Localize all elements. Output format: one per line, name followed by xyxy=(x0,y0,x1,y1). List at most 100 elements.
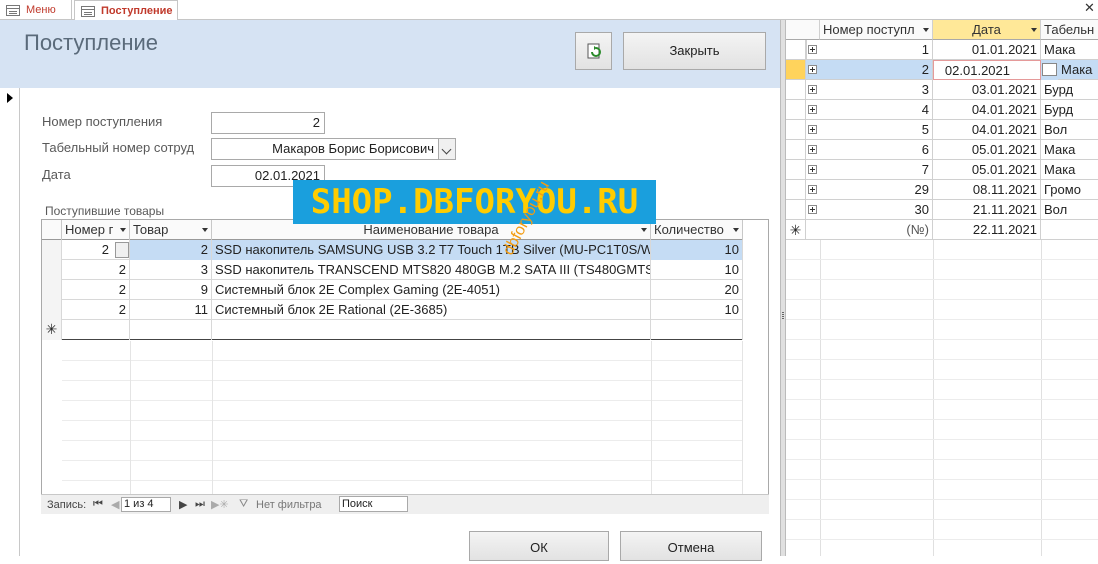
cell-tabnum[interactable] xyxy=(1041,220,1098,240)
chevron-down-icon[interactable] xyxy=(438,138,456,160)
col-header-qty[interactable]: Количество xyxy=(651,220,743,240)
cell-date[interactable]: 04.01.2021 xyxy=(933,120,1041,140)
cell-num[interactable]: 2 xyxy=(62,260,130,280)
cell-tabnum[interactable]: Бурд xyxy=(1041,80,1098,100)
row-selector[interactable] xyxy=(786,200,806,220)
cell-qty[interactable]: 20 xyxy=(651,280,743,300)
row-selector[interactable] xyxy=(42,300,62,320)
table-row[interactable]: 1 01.01.2021 Мака xyxy=(786,40,1098,60)
cell-name[interactable]: Системный блок 2E Complex Gaming (2E-405… xyxy=(212,280,651,300)
cell-tabnum[interactable]: Громо xyxy=(1041,180,1098,200)
ok-button[interactable]: ОК xyxy=(469,531,609,561)
ds-col-header-tabnum[interactable]: Табельн xyxy=(1041,20,1098,40)
table-row[interactable]: 2 02.01.2021 Мака xyxy=(786,60,1098,80)
row-selector[interactable] xyxy=(786,80,806,100)
table-row[interactable]: 30 21.11.2021 Вол xyxy=(786,200,1098,220)
cell-num[interactable]: 2 xyxy=(62,300,130,320)
cell-item[interactable]: 3 xyxy=(130,260,212,280)
tab-menu[interactable]: Меню xyxy=(0,0,72,20)
cell-date[interactable]: 01.01.2021 xyxy=(933,40,1041,60)
table-row[interactable]: 2 9 Системный блок 2E Complex Gaming (2E… xyxy=(42,280,743,300)
cell-date[interactable]: 08.11.2021 xyxy=(933,180,1041,200)
calendar-icon[interactable] xyxy=(1042,63,1057,76)
cell-qty[interactable] xyxy=(651,320,743,340)
cell-date[interactable]: 04.01.2021 xyxy=(933,100,1041,120)
tab-postuplenie[interactable]: Поступление xyxy=(74,0,178,21)
table-row[interactable]: 2 3 SSD накопитель TRANSCEND MTS820 480G… xyxy=(42,260,743,280)
table-row[interactable]: 6 05.01.2021 Мака xyxy=(786,140,1098,160)
filter-status[interactable]: Нет фильтра xyxy=(256,499,322,511)
table-row[interactable]: 2 11 Системный блок 2E Rational (2E-3685… xyxy=(42,300,743,320)
cell-number[interactable]: (№) xyxy=(806,220,933,240)
employee-combobox[interactable]: Макаров Борис Борисович xyxy=(211,138,439,160)
search-input[interactable]: Поиск xyxy=(339,496,408,512)
cell-date-editing[interactable]: 02.01.2021 xyxy=(933,60,1041,80)
row-selector[interactable] xyxy=(42,240,62,260)
cell-date[interactable]: 05.01.2021 xyxy=(933,160,1041,180)
cell-date[interactable]: 03.01.2021 xyxy=(933,80,1041,100)
cell-number[interactable]: 4 xyxy=(806,100,933,120)
cell-item[interactable]: 9 xyxy=(130,280,212,300)
table-row[interactable]: 29 08.11.2021 Громо xyxy=(786,180,1098,200)
next-record-button[interactable]: ▶ xyxy=(179,498,187,511)
row-selector[interactable] xyxy=(786,60,806,80)
ds-col-header-date[interactable]: Дата xyxy=(933,20,1041,40)
cell-item[interactable] xyxy=(130,320,212,340)
cell-number[interactable]: 30 xyxy=(806,200,933,220)
refresh-button[interactable] xyxy=(575,32,612,70)
cell-tabnum[interactable]: Мака xyxy=(1041,40,1098,60)
cell-date[interactable]: 05.01.2021 xyxy=(933,140,1041,160)
row-selector[interactable] xyxy=(42,260,62,280)
row-selector[interactable] xyxy=(786,40,806,60)
record-number-input[interactable]: 1 из 4 xyxy=(121,497,171,512)
cell-num[interactable] xyxy=(62,320,130,340)
cell-number[interactable]: 5 xyxy=(806,120,933,140)
cell-number[interactable]: 1 xyxy=(806,40,933,60)
table-row[interactable]: 5 04.01.2021 Вол xyxy=(786,120,1098,140)
col-header-item[interactable]: Товар xyxy=(130,220,212,240)
cell-qty[interactable]: 10 xyxy=(651,240,743,260)
cell-number[interactable]: 7 xyxy=(806,160,933,180)
last-record-button[interactable]: ⏭ xyxy=(195,498,205,511)
row-selector[interactable] xyxy=(786,120,806,140)
ds-col-header-number[interactable]: Номер поступл xyxy=(820,20,933,40)
new-row[interactable]: ✳ (№) 22.11.2021 xyxy=(786,220,1098,240)
row-selector[interactable] xyxy=(786,160,806,180)
cell-tabnum[interactable]: Мака xyxy=(1058,60,1098,80)
col-header-num[interactable]: Номер г xyxy=(62,220,130,240)
cell-number[interactable]: 6 xyxy=(806,140,933,160)
cell-tabnum[interactable]: Вол xyxy=(1041,120,1098,140)
first-record-button[interactable]: ⏮ xyxy=(93,498,103,511)
header-corner[interactable] xyxy=(42,220,62,240)
number-field[interactable]: 2 xyxy=(211,112,325,134)
new-record-button[interactable]: ▶✳ xyxy=(211,498,229,511)
table-row[interactable]: 3 03.01.2021 Бурд xyxy=(786,80,1098,100)
cell-number[interactable]: 29 xyxy=(806,180,933,200)
table-row[interactable]: 2 2 SSD накопитель SAMSUNG USB 3.2 T7 To… xyxy=(42,240,743,260)
row-selector[interactable] xyxy=(786,180,806,200)
new-row[interactable]: ✳ xyxy=(42,320,743,340)
cell-qty[interactable]: 10 xyxy=(651,260,743,280)
prev-record-button[interactable]: ◀ xyxy=(111,498,119,511)
header-corner[interactable] xyxy=(786,20,820,40)
close-button[interactable]: Закрыть xyxy=(623,32,766,70)
cell-number[interactable]: 2 xyxy=(806,60,933,80)
cell-tabnum[interactable]: Бурд xyxy=(1041,100,1098,120)
cell-date[interactable]: 22.11.2021 xyxy=(933,220,1041,240)
row-selector[interactable] xyxy=(42,280,62,300)
row-selector[interactable] xyxy=(786,100,806,120)
cell-tabnum[interactable]: Мака xyxy=(1041,140,1098,160)
row-selector[interactable] xyxy=(786,140,806,160)
cell-item[interactable]: 2 xyxy=(130,240,212,260)
cell-name[interactable] xyxy=(212,320,651,340)
cancel-button[interactable]: Отмена xyxy=(620,531,762,561)
table-row[interactable]: 4 04.01.2021 Бурд xyxy=(786,100,1098,120)
table-row[interactable]: 7 05.01.2021 Мака xyxy=(786,160,1098,180)
cell-tabnum[interactable]: Вол xyxy=(1041,200,1098,220)
chevron-down-icon[interactable] xyxy=(115,242,129,258)
cell-name[interactable]: SSD накопитель SAMSUNG USB 3.2 T7 Touch … xyxy=(212,240,651,260)
record-selector[interactable] xyxy=(0,88,20,556)
cell-date[interactable]: 21.11.2021 xyxy=(933,200,1041,220)
cell-item[interactable]: 11 xyxy=(130,300,212,320)
cell-name[interactable]: Системный блок 2E Rational (2E-3685) xyxy=(212,300,651,320)
